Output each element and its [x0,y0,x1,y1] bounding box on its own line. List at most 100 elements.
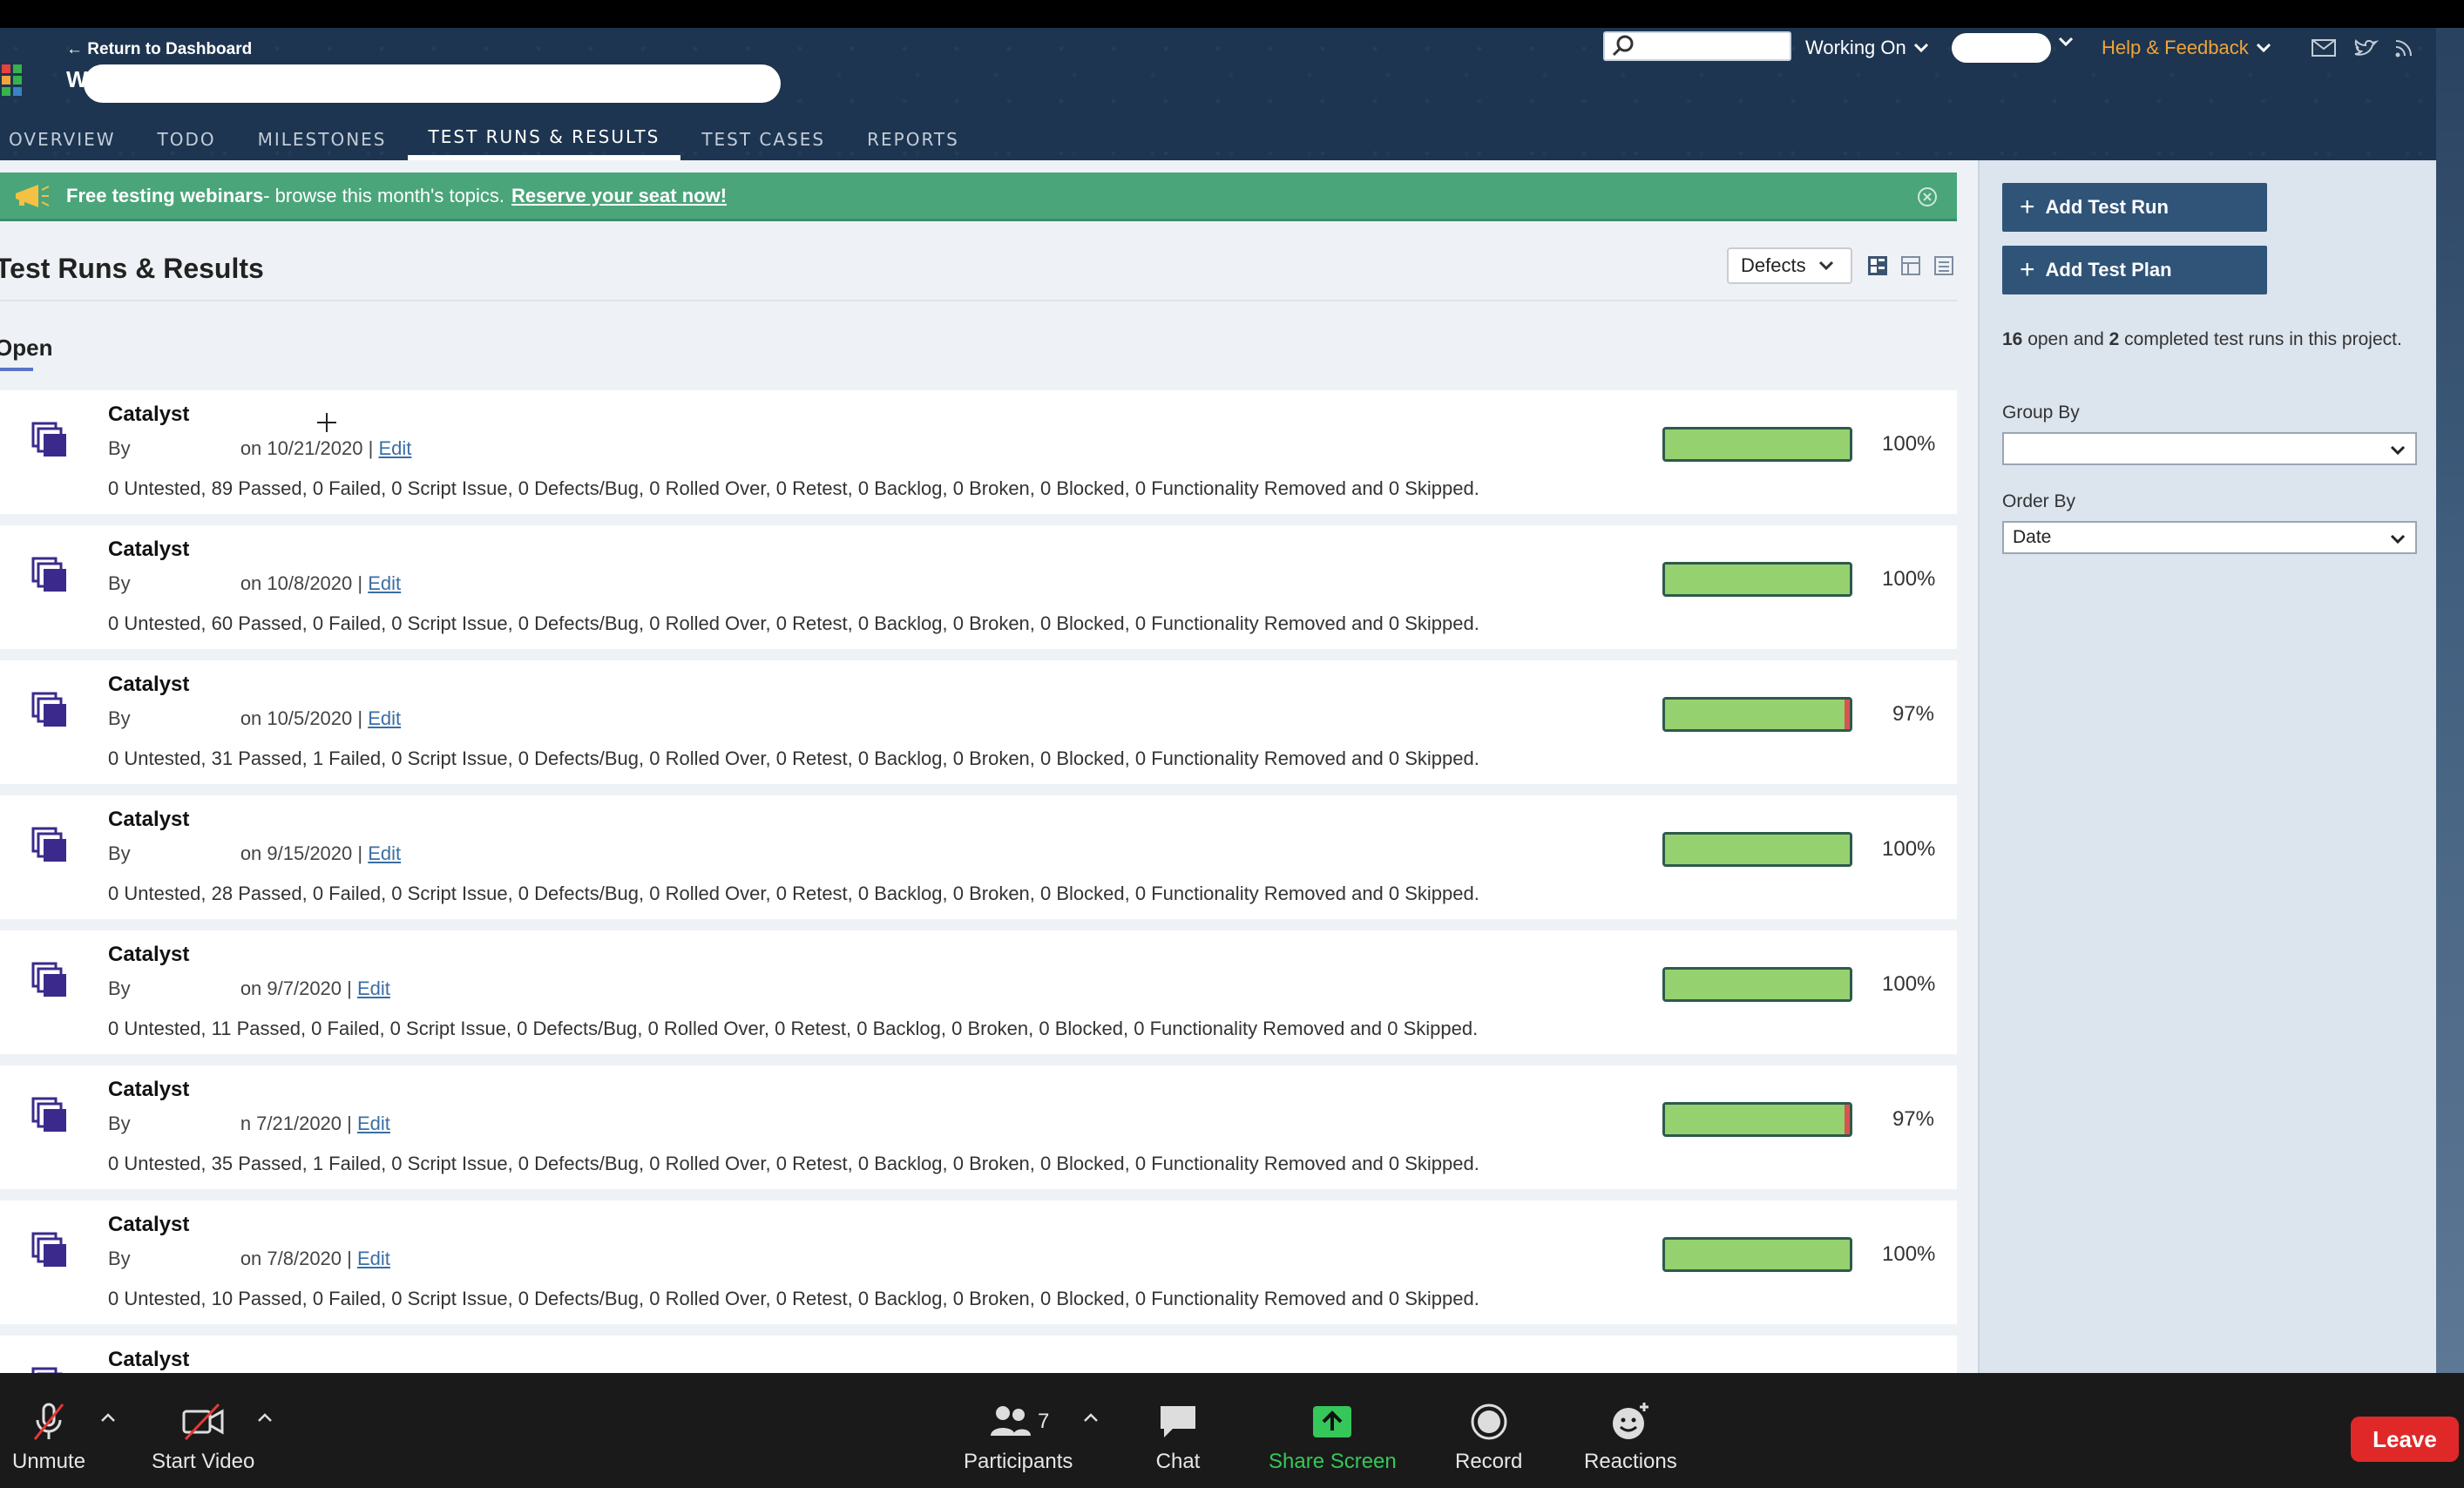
reactions-label: Reactions [1584,1450,1677,1473]
test-run-summary: 0 Untested, 11 Passed, 0 Failed, 0 Scrip… [108,1018,1479,1039]
edit-link[interactable]: Edit [357,1248,390,1269]
leave-button[interactable]: Leave [2351,1417,2459,1462]
test-run-summary: 0 Untested, 89 Passed, 0 Failed, 0 Scrip… [108,477,1479,499]
add-test-plan-label: Add Test Plan [2045,259,2172,281]
record-icon [1471,1403,1507,1440]
crosshair-cursor-icon [317,413,336,432]
test-run-title[interactable]: Catalyst [108,402,189,427]
pass-percentage: 100% [1882,972,1936,996]
test-run-title[interactable]: Catalyst [108,1213,189,1237]
order-by-select[interactable]: Date [2002,521,2417,554]
completed-text: completed test runs in this project. [2119,329,2402,349]
app-logo[interactable] [2,64,33,96]
record-button[interactable]: Record [1455,1401,1522,1474]
chevron-down-icon [2390,534,2406,544]
return-to-dashboard-link[interactable]: ← Return to Dashboard [66,40,252,59]
edit-link[interactable]: Edit [357,1113,390,1134]
order-by-value: Date [2013,527,2052,547]
chat-button[interactable]: Chat [1155,1401,1201,1474]
defects-view-select[interactable]: Defects [1727,247,1852,284]
view-list-icon[interactable] [1933,254,1955,277]
progress-bar-failed [1844,700,1850,729]
test-run-icon [31,557,68,593]
test-run-title[interactable]: Catalyst [108,1348,189,1372]
help-feedback-dropdown[interactable]: Help & Feedback [2102,37,2271,59]
run-by-label: By [108,977,131,999]
megaphone-icon [16,184,50,207]
run-by-label: By [108,437,131,459]
run-date: on 10/8/2020 [240,572,353,594]
tab-reports[interactable]: REPORTS [846,118,980,160]
tab-test-cases[interactable]: TEST CASES [680,118,846,160]
test-run-title[interactable]: Catalyst [108,673,189,697]
redacted-author [130,981,235,999]
pass-percentage: 100% [1882,837,1936,861]
video-camera-off-icon [182,1403,224,1441]
edit-link[interactable]: Edit [368,842,401,864]
banner-text: - browse this month's topics. [263,184,505,206]
test-run-title[interactable]: Catalyst [108,808,189,832]
chevron-up-icon[interactable] [99,1411,117,1424]
run-date: on 9/15/2020 [240,842,353,864]
progress-bar-passed [1665,970,1850,999]
run-date: on 10/21/2020 [240,437,363,459]
start-video-label: Start Video [152,1450,255,1473]
test-run-row[interactable]: Catalyst By on 9/7/2020 | Edit 0 Untested,… [0,930,1957,1054]
view-compact-icon[interactable] [1866,254,1889,277]
desktop-edge [2436,28,2464,1373]
edit-link[interactable]: Edit [368,572,401,594]
test-run-title[interactable]: Catalyst [108,1078,189,1102]
test-run-row[interactable]: Catalyst By on 9/15/2020 | Edit 0 Untested… [0,795,1957,919]
reactions-button[interactable]: Reactions [1584,1401,1677,1474]
tab-test-runs-results[interactable]: TEST RUNS & RESULTS [407,118,681,160]
close-icon[interactable] [1917,186,1938,207]
add-test-run-button[interactable]: + Add Test Run [2002,183,2267,232]
banner-link[interactable]: Reserve your seat now! [511,185,727,207]
test-run-row[interactable]: Catalyst [0,1336,1957,1373]
chevron-down-icon [2058,37,2074,47]
mail-icon[interactable] [2311,37,2337,59]
run-by-label: By [108,572,131,594]
test-run-row[interactable]: Catalyst By on 10/21/2020 | Edit 0 Unteste… [0,390,1957,514]
test-run-row[interactable]: Catalyst By on 10/5/2020 | Edit 0 Untested… [0,660,1957,784]
user-menu-dropdown[interactable] [2058,37,2074,47]
share-screen-button[interactable]: Share Screen [1269,1401,1397,1474]
test-run-title[interactable]: Catalyst [108,538,189,562]
twitter-icon[interactable] [2352,37,2379,59]
add-test-plan-button[interactable]: + Add Test Plan [2002,246,2267,294]
divider [0,300,1957,301]
tab-todo[interactable]: TODO [137,118,237,160]
tab-milestones[interactable]: MILESTONES [237,118,408,160]
test-run-meta: By n 7/21/2020 | Edit [108,1113,390,1134]
test-run-row[interactable]: Catalyst By on 10/8/2020 | Edit 0 Untested… [0,525,1957,649]
redacted-author [130,1251,235,1269]
test-run-row[interactable]: Catalyst By on 7/8/2020 | Edit 0 Untested,… [0,1201,1957,1324]
run-date: on 7/8/2020 [240,1248,342,1269]
edit-link[interactable]: Edit [378,437,411,459]
test-run-summary: 0 Untested, 28 Passed, 0 Failed, 0 Scrip… [108,883,1479,904]
plus-icon: + [2020,255,2035,284]
unmute-button[interactable]: Unmute [12,1401,85,1474]
rss-icon[interactable] [2393,37,2419,59]
edit-link[interactable]: Edit [368,707,401,729]
chevron-up-icon[interactable] [256,1411,274,1424]
start-video-button[interactable]: Start Video [152,1401,254,1474]
test-run-title[interactable]: Catalyst [108,943,189,967]
participants-button[interactable]: 7 Participants [964,1401,1073,1474]
test-run-row[interactable]: Catalyst By n 7/21/2020 | Edit 0 Untested,… [0,1065,1957,1189]
redacted-author [130,441,235,459]
working-on-dropdown[interactable]: Working On [1805,37,1929,59]
search-icon [1612,35,1634,57]
chevron-up-icon[interactable] [1082,1411,1100,1424]
group-by-select[interactable] [2002,432,2417,465]
test-run-icon [31,1232,68,1268]
project-tabs: OVERVIEW TODO MILESTONES TEST RUNS & RES… [0,118,980,160]
tab-overview[interactable]: OVERVIEW [0,118,137,160]
view-details-icon[interactable] [1899,254,1922,277]
microphone-muted-icon [33,1403,64,1440]
run-date: on 10/5/2020 [240,707,353,729]
reactions-icon [1613,1403,1649,1439]
progress-bar [1662,967,1852,1002]
edit-link[interactable]: Edit [357,977,390,999]
user-avatar-redacted[interactable] [1952,33,2051,63]
